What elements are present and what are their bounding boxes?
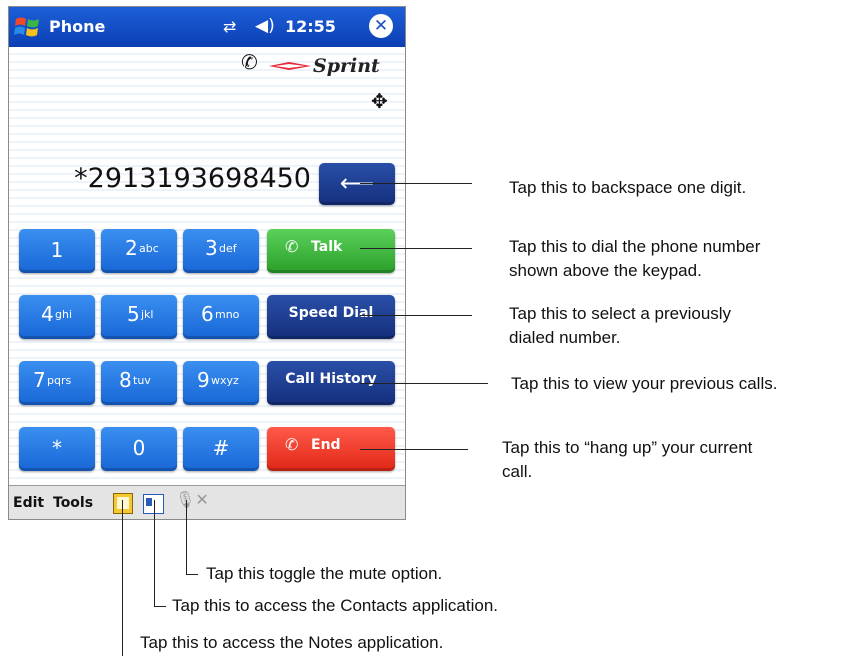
microphone-mute-icon[interactable]: 🎙︎✕ (175, 490, 209, 509)
leader-line-talk (360, 248, 472, 249)
leader-line-contacts-h (154, 606, 166, 607)
annotation-speed-line1: Tap this to select a previously (509, 304, 732, 323)
key-7[interactable]: 7 pqrs (19, 361, 95, 405)
talk-button[interactable]: ✆ Talk (267, 229, 395, 273)
key-4[interactable]: 4 ghi (19, 295, 95, 339)
menu-tools[interactable]: Tools (53, 495, 93, 511)
title-bar: Phone ⇄ ◀︎) 12:55 ✕ (9, 7, 405, 47)
speed-dial-button[interactable]: Speed Dial (267, 295, 395, 339)
key-6[interactable]: 6 mno (183, 295, 259, 339)
annotation-mute: Tap this toggle the mute option. (206, 564, 443, 583)
volume-icon[interactable]: ◀︎) (255, 16, 275, 36)
key-2[interactable]: 2 abc (101, 229, 177, 273)
menu-bar: Edit Tools 🎙︎✕ (9, 485, 405, 519)
roaming-icon: ✆ (241, 50, 258, 74)
annotation-speed-line2: dialed number. (509, 328, 621, 347)
phone-icon: ✆ (285, 435, 299, 454)
annotation-end-line2: call. (502, 462, 533, 481)
leader-line-mute (186, 500, 187, 574)
annotation-contacts: Tap this to access the Contacts applicat… (172, 596, 499, 615)
backspace-button[interactable]: ⟵ (319, 163, 395, 205)
key-8[interactable]: 8 tuv (101, 361, 177, 405)
annotation-end-line1: Tap this to “hang up” your current (502, 438, 753, 457)
pocket-pc-screen: Phone ⇄ ◀︎) 12:55 ✕ ✆ Sprint ✥ *29131936… (8, 6, 406, 520)
notes-icon[interactable] (113, 493, 133, 514)
leader-line-call-history (360, 383, 488, 384)
key-hash[interactable]: # (183, 427, 259, 471)
windows-start-icon[interactable] (13, 13, 43, 41)
annotation-notes: Tap this to access the Notes application… (140, 633, 444, 652)
annotation-backspace: Tap this to backspace one digit. (509, 178, 747, 197)
key-3[interactable]: 3 def (183, 229, 259, 273)
leader-line-speed-dial (360, 315, 472, 316)
clock[interactable]: 12:55 (285, 17, 336, 36)
annotation-talk-line1: Tap this to dial the phone number (509, 237, 761, 256)
leader-line-mute-h (186, 574, 198, 575)
sprint-brand-text: Sprint (313, 55, 380, 77)
annotation-call-history: Tap this to view your previous calls. (511, 374, 778, 393)
leader-line-backspace (360, 183, 472, 184)
key-9[interactable]: 9 wxyz (183, 361, 259, 405)
key-5[interactable]: 5 jkl (101, 295, 177, 339)
key-1[interactable]: 1 (19, 229, 95, 273)
close-button[interactable]: ✕ (369, 14, 393, 38)
leader-line-notes (122, 500, 123, 656)
app-title: Phone (49, 17, 106, 36)
phone-icon: ✆ (285, 237, 299, 256)
connectivity-icon[interactable]: ⇄ (223, 17, 236, 36)
key-0[interactable]: 0 (101, 427, 177, 471)
leader-line-end (360, 449, 468, 450)
dialed-number: *2913193698450 (74, 163, 311, 194)
leader-line-contacts (154, 500, 155, 606)
key-star[interactable]: * (19, 427, 95, 471)
menu-edit[interactable]: Edit (13, 495, 44, 511)
annotation-talk-line2: shown above the keypad. (509, 261, 702, 280)
navigation-icon: ✥ (371, 89, 388, 113)
